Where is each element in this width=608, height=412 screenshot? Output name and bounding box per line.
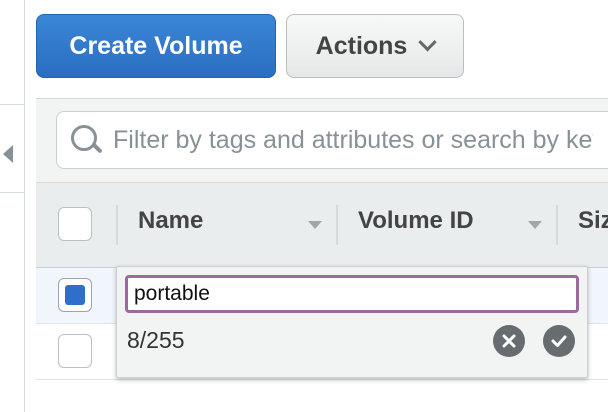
sort-caret-icon[interactable] (308, 221, 322, 229)
search-icon (69, 123, 103, 157)
check-icon[interactable] (543, 325, 575, 357)
left-panel-section (0, 0, 24, 105)
sort-caret-icon[interactable] (528, 221, 542, 229)
table-header: Name Volume ID Siz (36, 182, 608, 268)
column-header-size[interactable]: Siz (578, 207, 608, 235)
column-header-name[interactable]: Name (138, 207, 203, 235)
chevron-down-icon (418, 32, 438, 51)
create-volume-label: Create Volume (69, 31, 243, 60)
cancel-icon[interactable] (493, 325, 525, 357)
column-header-volume-id[interactable]: Volume ID (358, 207, 474, 235)
collapse-left-icon[interactable] (0, 140, 16, 168)
actions-label: Actions (315, 31, 408, 60)
left-panel (0, 0, 25, 412)
search-input[interactable] (113, 125, 593, 155)
character-count: 8/255 (127, 327, 185, 353)
name-edit-input[interactable] (125, 275, 579, 313)
inline-edit-popover: 8/255 (116, 266, 588, 378)
actions-button[interactable]: Actions (286, 14, 464, 78)
column-divider (556, 205, 558, 245)
row-checkbox[interactable] (58, 334, 92, 368)
filter-bar (36, 98, 608, 183)
column-divider (336, 205, 338, 245)
column-divider (116, 205, 118, 245)
create-volume-button[interactable]: Create Volume (36, 14, 276, 78)
row-checkbox[interactable] (58, 278, 92, 312)
left-panel-divider (0, 192, 24, 193)
search-box[interactable] (56, 111, 608, 169)
select-all-checkbox[interactable] (58, 207, 92, 241)
